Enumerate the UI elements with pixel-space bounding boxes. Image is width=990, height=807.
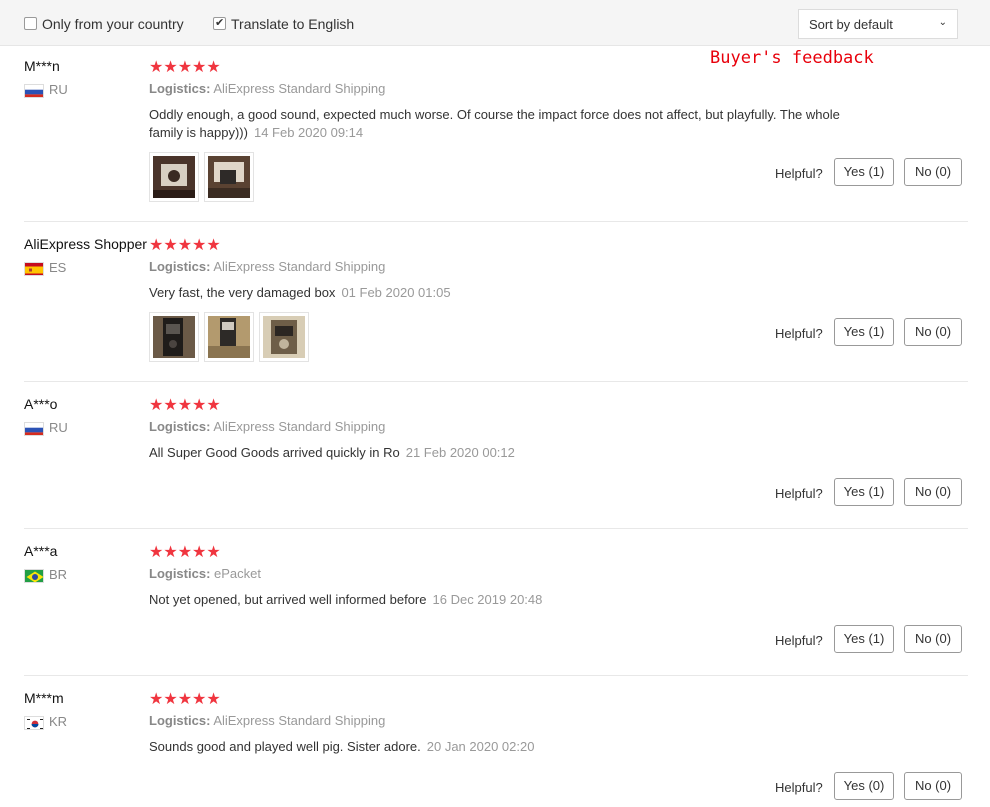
review-text: Sounds good and played well pig. Sister … [149, 739, 421, 754]
helpful-no-button[interactable]: No (0) [904, 318, 962, 346]
helpful-yes-button[interactable]: Yes (1) [834, 158, 894, 186]
review-divider [24, 221, 968, 222]
helpful-yes-button[interactable]: Yes (1) [834, 318, 894, 346]
review-divider [24, 528, 968, 529]
south-korea-flag-icon [24, 716, 44, 730]
logistics-label: Logistics: [149, 81, 211, 96]
review-divider [24, 675, 968, 676]
review-item: M***n RU ★★★★★ Logistics: AliExpress Sta… [24, 57, 968, 208]
review-comment: Oddly enough, a good sound, expected muc… [149, 106, 849, 142]
logistics-label: Logistics: [149, 713, 211, 728]
logistics-label: Logistics: [149, 419, 211, 434]
review-date: 21 Feb 2020 00:12 [405, 445, 515, 460]
reviewer-country: RU [49, 420, 68, 435]
star-rating: ★★★★★ [149, 395, 221, 414]
sort-dropdown[interactable]: Sort by default ⌄ [798, 9, 958, 39]
star-rating: ★★★★★ [149, 235, 221, 254]
logistics-value: ePacket [214, 566, 262, 581]
translate-checkbox[interactable] [213, 16, 226, 30]
logistics-info: Logistics: AliExpress Standard Shipping [149, 713, 385, 728]
helpful-no-button[interactable]: No (0) [904, 158, 962, 186]
star-rating: ★★★★★ [149, 57, 221, 76]
helpful-label: Helpful? [775, 633, 823, 648]
helpful-label: Helpful? [775, 326, 823, 341]
review-item: A***a BR ★★★★★ Logistics: ePacket Not ye… [24, 542, 968, 663]
logistics-value: AliExpress Standard Shipping [213, 419, 386, 434]
helpful-label: Helpful? [775, 780, 823, 795]
logistics-info: Logistics: AliExpress Standard Shipping [149, 419, 385, 434]
review-comment: Not yet opened, but arrived well informe… [149, 591, 849, 609]
reviewer-name: M***m [24, 690, 64, 706]
brazil-flag-icon [24, 569, 44, 583]
reviewer-name: M***n [24, 58, 60, 74]
logistics-value: AliExpress Standard Shipping [213, 81, 386, 96]
review-photo-thumbnail[interactable] [149, 152, 199, 202]
helpful-no-button[interactable]: No (0) [904, 772, 962, 800]
logistics-label: Logistics: [149, 566, 211, 581]
reviewer-country: ES [49, 260, 67, 275]
logistics-value: AliExpress Standard Shipping [213, 259, 386, 274]
reviewer-country: KR [49, 714, 68, 729]
review-date: 14 Feb 2020 09:14 [253, 125, 364, 140]
translate-label[interactable]: Translate to English [231, 16, 354, 32]
star-rating: ★★★★★ [149, 542, 221, 561]
review-photo-thumbnail[interactable] [204, 152, 254, 202]
spain-flag-icon [24, 262, 44, 276]
helpful-label: Helpful? [775, 166, 823, 181]
review-comment: All Super Good Goods arrived quickly in … [149, 444, 849, 462]
helpful-label: Helpful? [775, 486, 823, 501]
filter-bar: Only from your country Translate to Engl… [0, 0, 990, 46]
review-item: AliExpress Shopper ES ★★★★★ Logistics: A… [24, 235, 968, 366]
logistics-info: Logistics: AliExpress Standard Shipping [149, 259, 385, 274]
reviewer-country: RU [49, 82, 68, 97]
review-item: M***m KR ★★★★★ Logistics: AliExpress Sta… [24, 689, 968, 807]
review-text: Not yet opened, but arrived well informe… [149, 592, 427, 607]
star-rating: ★★★★★ [149, 689, 221, 708]
review-date: 16 Dec 2019 20:48 [432, 592, 543, 607]
helpful-no-button[interactable]: No (0) [904, 625, 962, 653]
helpful-no-button[interactable]: No (0) [904, 478, 962, 506]
chevron-down-icon: ⌄ [938, 17, 947, 28]
review-text: Oddly enough, a good sound, expected muc… [149, 107, 840, 140]
review-comment: Sounds good and played well pig. Sister … [149, 738, 849, 756]
review-item: A***o RU ★★★★★ Logistics: AliExpress Sta… [24, 395, 968, 516]
reviewer-country: BR [49, 567, 68, 582]
logistics-value: AliExpress Standard Shipping [213, 713, 386, 728]
russia-flag-icon [24, 84, 44, 98]
reviewer-name: A***a [24, 543, 58, 559]
review-text: Very fast, the very damaged box [149, 285, 336, 300]
helpful-yes-button[interactable]: Yes (0) [834, 772, 894, 800]
review-text: All Super Good Goods arrived quickly in … [149, 445, 400, 460]
sort-dropdown-value: Sort by default [809, 17, 893, 32]
review-comment: Very fast, the very damaged box 01 Feb 20… [149, 284, 849, 302]
reviewer-name: AliExpress Shopper [24, 236, 147, 252]
review-photo-thumbnail[interactable] [204, 312, 254, 362]
helpful-yes-button[interactable]: Yes (1) [834, 625, 894, 653]
only-country-label[interactable]: Only from your country [42, 16, 184, 32]
review-photo-thumbnail[interactable] [149, 312, 199, 362]
russia-flag-icon [24, 422, 44, 436]
review-date: 20 Jan 2020 02:20 [426, 739, 535, 754]
logistics-info: Logistics: ePacket [149, 566, 261, 581]
review-divider [24, 381, 968, 382]
reviewer-name: A***o [24, 396, 58, 412]
review-photo-thumbnail[interactable] [259, 312, 309, 362]
logistics-info: Logistics: AliExpress Standard Shipping [149, 81, 385, 96]
only-country-checkbox[interactable] [24, 17, 37, 30]
helpful-yes-button[interactable]: Yes (1) [834, 478, 894, 506]
review-date: 01 Feb 2020 01:05 [341, 285, 451, 300]
logistics-label: Logistics: [149, 259, 211, 274]
